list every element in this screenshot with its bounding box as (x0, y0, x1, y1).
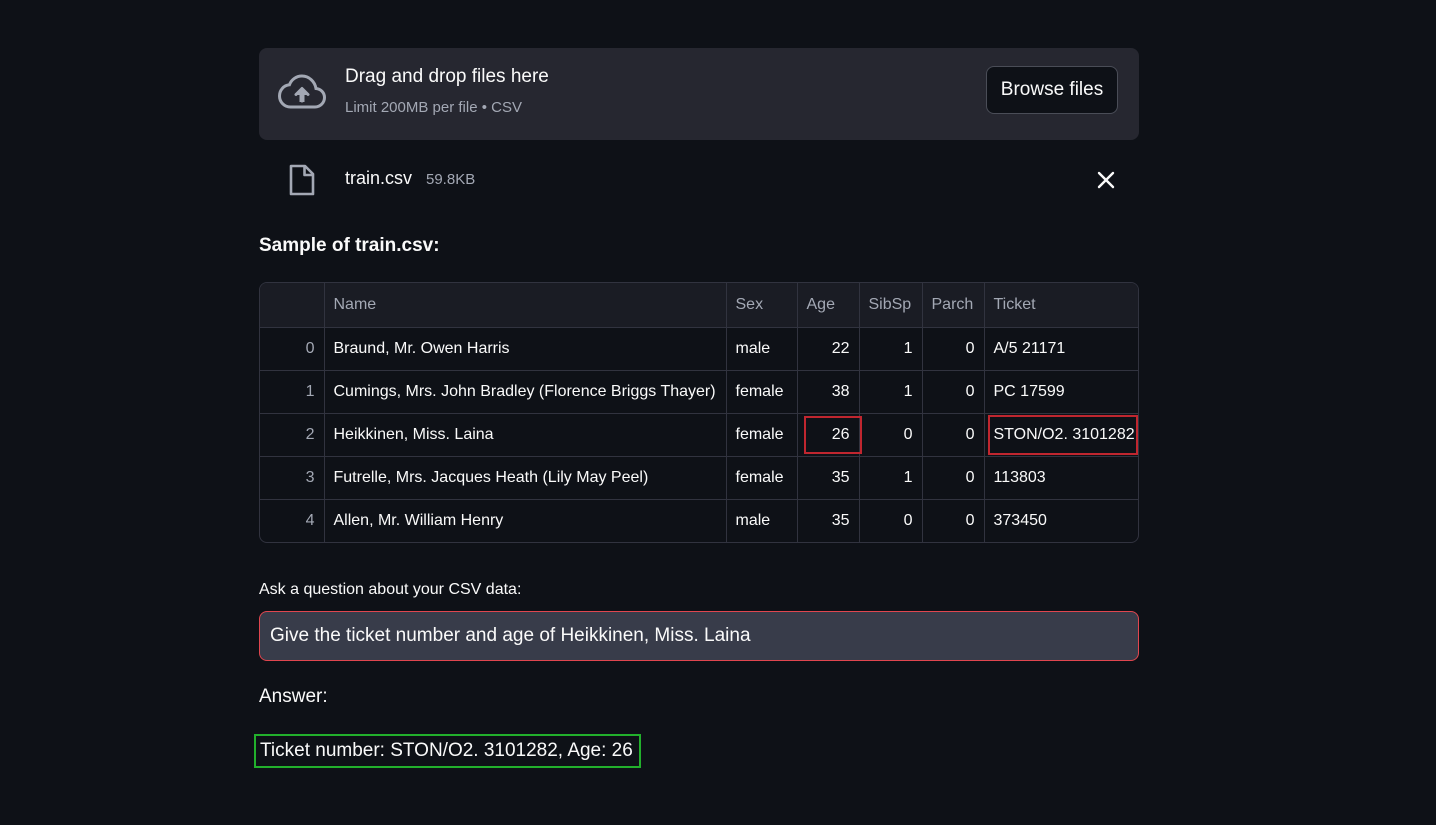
table-header-row: Name Sex Age SibSp Parch Ticket (260, 283, 1138, 328)
uploaded-file-row: train.csv 59.8KB (259, 140, 1139, 220)
cell-parch[interactable]: 0 (922, 413, 985, 457)
table-row: 0 Braund, Mr. Owen Harris male 22 1 0 A/… (260, 327, 1138, 371)
cell-age[interactable]: 22 (797, 327, 860, 371)
row-index[interactable]: 1 (260, 370, 325, 414)
column-header-ticket[interactable]: Ticket (984, 283, 1138, 328)
cell-parch[interactable]: 0 (922, 499, 985, 542)
cell-age[interactable]: 38 (797, 370, 860, 414)
question-label: Ask a question about your CSV data: (259, 581, 522, 598)
cell-ticket[interactable]: 373450 (984, 499, 1138, 542)
column-header-name[interactable]: Name (324, 283, 727, 328)
cell-sex[interactable]: female (726, 456, 798, 500)
cell-ticket[interactable]: A/5 21171 (984, 327, 1138, 371)
cell-sex[interactable]: female (726, 370, 798, 414)
cell-age[interactable]: 35 (797, 499, 860, 542)
cell-parch[interactable]: 0 (922, 370, 985, 414)
cell-sex[interactable]: female (726, 413, 798, 457)
file-icon (289, 164, 315, 196)
cell-name[interactable]: Cumings, Mrs. John Bradley (Florence Bri… (324, 370, 727, 414)
dropzone-title: Drag and drop files here (345, 66, 549, 87)
table-row: 1 Cumings, Mrs. John Bradley (Florence B… (260, 370, 1138, 414)
cell-name[interactable]: Futrelle, Mrs. Jacques Heath (Lily May P… (324, 456, 727, 500)
main-content: Drag and drop files here Limit 200MB per… (254, 48, 1139, 768)
cell-age-highlighted[interactable]: 26 (797, 413, 860, 457)
cell-sex[interactable]: male (726, 327, 798, 371)
file-dropzone[interactable]: Drag and drop files here Limit 200MB per… (259, 48, 1139, 140)
cell-sibsp[interactable]: 0 (859, 499, 923, 542)
table-row: 2 Heikkinen, Miss. Laina female 26 0 0 S… (260, 413, 1138, 457)
cell-sibsp[interactable]: 1 (859, 456, 923, 500)
cell-name[interactable]: Heikkinen, Miss. Laina (324, 413, 727, 457)
answer-label: Answer: (259, 686, 328, 707)
column-header-age[interactable]: Age (797, 283, 860, 328)
question-input[interactable] (259, 611, 1139, 661)
cell-ticket[interactable]: 113803 (984, 456, 1138, 500)
column-header-sibsp[interactable]: SibSp (859, 283, 923, 328)
row-index[interactable]: 3 (260, 456, 325, 500)
row-index[interactable]: 4 (260, 499, 325, 542)
cell-parch[interactable]: 0 (922, 456, 985, 500)
close-icon[interactable] (1093, 167, 1119, 193)
cell-name[interactable]: Braund, Mr. Owen Harris (324, 327, 727, 371)
cell-sex[interactable]: male (726, 499, 798, 542)
cloud-upload-icon (278, 74, 326, 109)
row-index[interactable]: 2 (260, 413, 325, 457)
column-header-index[interactable] (260, 283, 325, 328)
column-header-sex[interactable]: Sex (726, 283, 798, 328)
cell-name[interactable]: Allen, Mr. William Henry (324, 499, 727, 542)
cell-ticket[interactable]: PC 17599 (984, 370, 1138, 414)
cell-sibsp[interactable]: 1 (859, 327, 923, 371)
file-size: 59.8KB (426, 171, 476, 188)
cell-parch[interactable]: 0 (922, 327, 985, 371)
dropzone-subtitle: Limit 200MB per file • CSV (345, 99, 522, 116)
row-index[interactable]: 0 (260, 327, 325, 371)
file-name: train.csv (345, 168, 413, 188)
cell-age[interactable]: 35 (797, 456, 860, 500)
sample-table[interactable]: Name Sex Age SibSp Parch Ticket 0 Braund… (259, 282, 1139, 543)
table-row: 4 Allen, Mr. William Henry male 35 0 0 3… (260, 499, 1138, 542)
sample-heading: Sample of train.csv: (259, 235, 440, 256)
column-header-parch[interactable]: Parch (922, 283, 985, 328)
answer-text: Ticket number: STON/O2. 3101282, Age: 26 (254, 734, 641, 768)
cell-ticket-highlighted[interactable]: STON/O2. 3101282 (984, 413, 1138, 457)
cell-sibsp[interactable]: 0 (859, 413, 923, 457)
browse-files-button[interactable]: Browse files (986, 66, 1118, 114)
cell-sibsp[interactable]: 1 (859, 370, 923, 414)
table-row: 3 Futrelle, Mrs. Jacques Heath (Lily May… (260, 456, 1138, 500)
